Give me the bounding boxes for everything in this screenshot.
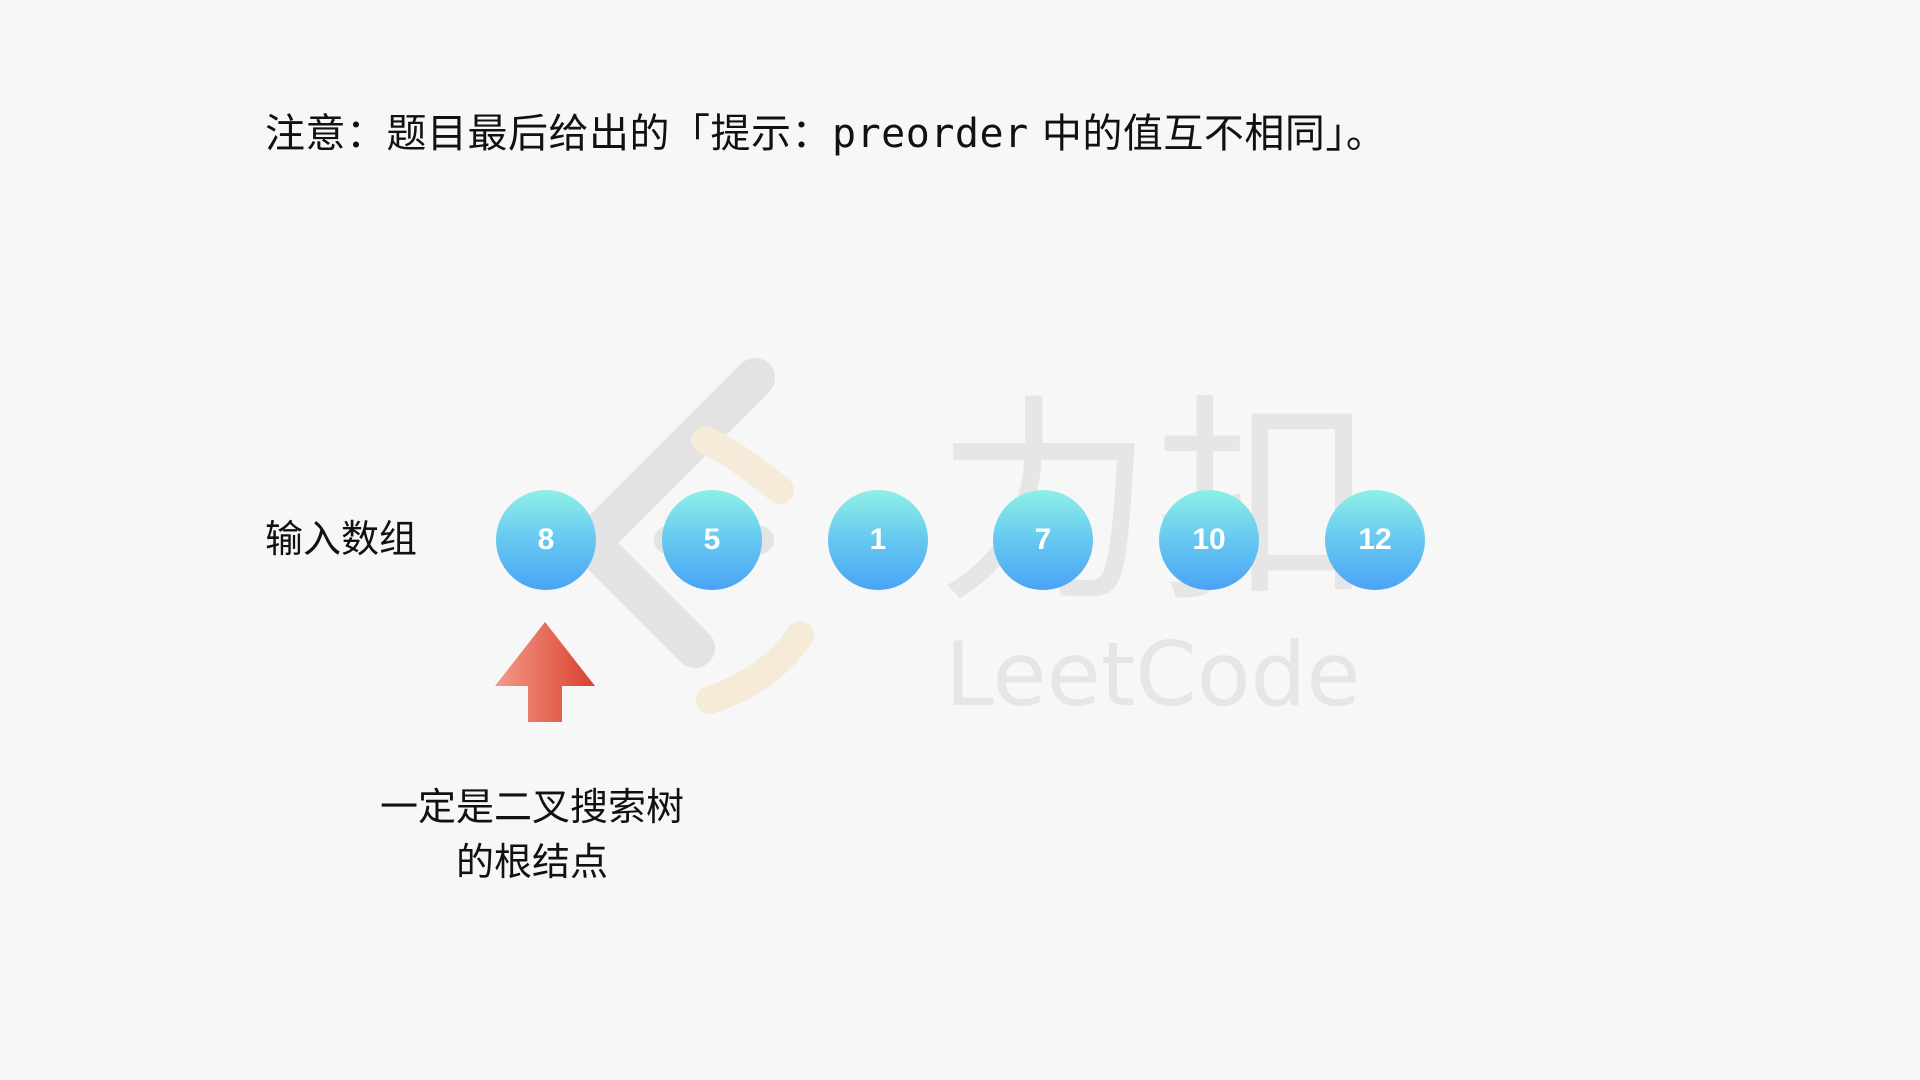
caption-line-1: 一定是二叉搜索树 xyxy=(379,785,684,829)
note-text: 注意：题目最后给出的「提示：preorder 中的值互不相同」。 xyxy=(265,108,1386,160)
input-array-label: 输入数组 xyxy=(265,517,418,561)
watermark-brand-en: LeetCode xyxy=(945,623,1361,726)
array-node-1: 5 xyxy=(662,490,762,590)
array-node-2: 1 xyxy=(828,490,928,590)
array-node-4: 10 xyxy=(1159,490,1259,590)
array-node-3: 7 xyxy=(993,490,1093,590)
up-arrow-icon xyxy=(495,622,595,722)
watermark-brand-cn: 力扣 xyxy=(935,376,1375,632)
array-node-0: 8 xyxy=(496,490,596,590)
caption-line-2: 的根结点 xyxy=(455,840,608,884)
note-suffix: 中的值互不相同」。 xyxy=(1028,111,1387,157)
note-code: preorder xyxy=(832,111,1029,157)
root-caption: 一定是二叉搜索树 的根结点 xyxy=(372,780,692,890)
note-prefix: 注意：题目最后给出的「提示： xyxy=(265,111,832,157)
array-node-5: 12 xyxy=(1325,490,1425,590)
